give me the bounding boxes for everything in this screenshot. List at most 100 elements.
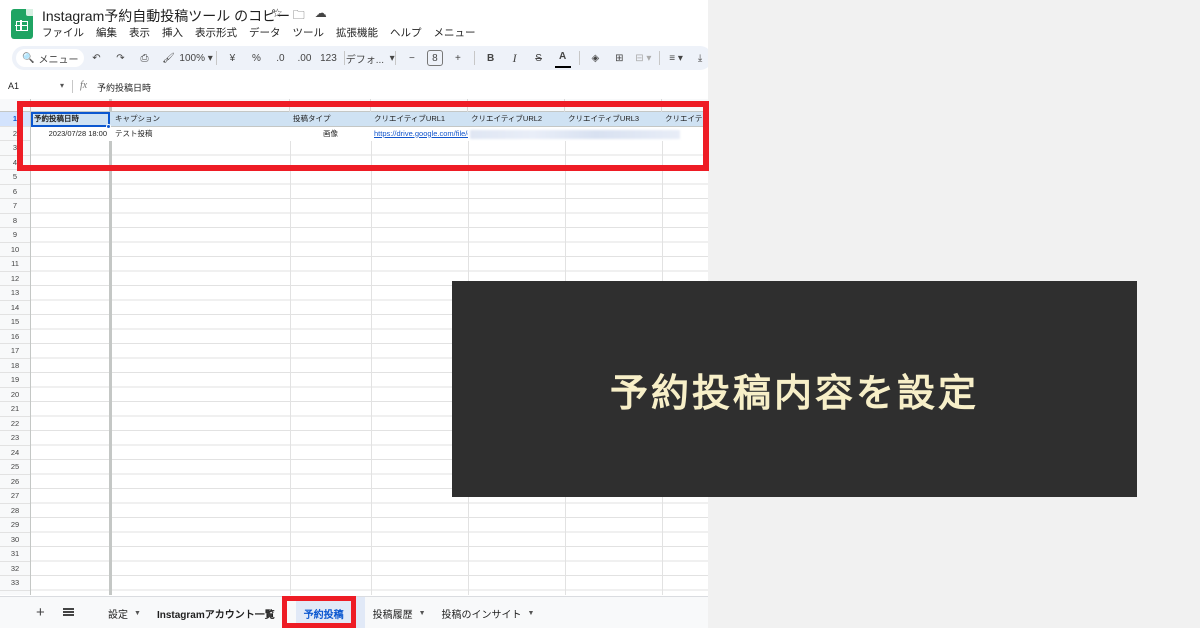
row-header[interactable]: 33 [0, 576, 30, 591]
cell-reference: A1 [8, 81, 20, 91]
all-sheets-icon[interactable] [63, 611, 74, 613]
formula-divider [72, 80, 73, 93]
currency-button[interactable]: ¥ [224, 48, 240, 68]
row-header[interactable]: 25 [0, 460, 30, 475]
font-size-input[interactable]: 8 [426, 50, 443, 66]
text-color-button[interactable]: A [554, 48, 571, 68]
toolbar-divider [215, 51, 217, 65]
row-header[interactable]: 5 [0, 170, 30, 185]
name-box[interactable]: A1 ▾ [8, 81, 68, 91]
undo-icon[interactable]: ↶ [88, 48, 104, 68]
row-header[interactable]: 14 [0, 301, 30, 315]
vertical-align-icon[interactable]: ⤓ [692, 48, 708, 68]
chevron-down-icon: ▾ [60, 81, 65, 90]
row-header[interactable]: 29 [0, 518, 30, 533]
tab-instagram-accounts[interactable]: Instagramアカウント一覧 ▼ [149, 597, 296, 628]
toolbar-divider [578, 51, 580, 65]
font-size-increase-icon[interactable]: + [450, 48, 466, 68]
toolbar: 🔍 メニュー ↶ ↷ ⎙ 🖌 100% ▾ ¥ % .0 .00 123 デフォ… [12, 46, 708, 70]
font-select[interactable]: デフォ... ▾ [346, 48, 395, 68]
row-header[interactable]: 16 [0, 330, 30, 344]
menu-insert[interactable]: 挿入 [162, 25, 183, 40]
row-header[interactable]: 23 [0, 431, 30, 446]
menu-tools[interactable]: ツール [293, 25, 325, 40]
redo-icon[interactable]: ↷ [112, 48, 128, 68]
highlight-box-tab [282, 596, 356, 628]
menu-search[interactable]: 🔍 メニュー [16, 49, 85, 67]
menu-view[interactable]: 表示 [129, 25, 150, 40]
row-header[interactable]: 15 [0, 315, 30, 330]
row-header[interactable]: 20 [0, 388, 30, 402]
merge-cells-icon[interactable]: ⊟ ▾ [635, 48, 651, 68]
zoom-select[interactable]: 100% ▾ [179, 48, 212, 68]
toolbar-divider [659, 51, 661, 65]
search-icon: 🔍 [22, 52, 35, 64]
tab-post-insights[interactable]: 投稿のインサイト ▼ [434, 597, 543, 628]
menu-format[interactable]: 表示形式 [195, 25, 237, 40]
tab-label: 設定 [108, 609, 128, 621]
row-header[interactable]: 9 [0, 228, 30, 243]
row-header[interactable]: 32 [0, 562, 30, 576]
strikethrough-button[interactable]: S [531, 48, 547, 68]
row-header[interactable]: 30 [0, 533, 30, 547]
chevron-down-icon: ▼ [418, 609, 426, 617]
row-header[interactable]: 27 [0, 489, 30, 504]
banner-text: 予約投稿内容を設定 [609, 370, 979, 415]
frozen-column-divider[interactable] [109, 99, 112, 595]
menu-extensions[interactable]: 拡張機能 [336, 25, 378, 40]
row-header[interactable]: 13 [0, 286, 30, 301]
print-icon[interactable]: ⎙ [136, 48, 152, 68]
fill-color-icon[interactable]: ◈ [587, 48, 603, 68]
caption-banner: 予約投稿内容を設定 [452, 281, 1137, 497]
cloud-status-icon[interactable]: ☁ [315, 6, 327, 27]
formula-bar: A1 ▾ fx 予約投稿日時 [0, 78, 708, 96]
row-header[interactable]: 31 [0, 547, 30, 562]
percent-button[interactable]: % [248, 48, 264, 68]
grid-line [290, 112, 291, 595]
menu-file[interactable]: ファイル [42, 25, 84, 40]
star-icon[interactable]: ☆ [272, 6, 283, 27]
tab-settings[interactable]: 設定 ▼ [100, 597, 149, 628]
row-header[interactable]: 28 [0, 504, 30, 518]
menu-search-label: メニュー [38, 54, 79, 66]
sheets-logo-icon[interactable] [11, 9, 33, 39]
move-folder-icon[interactable]: 🗀 [293, 6, 305, 27]
row-header[interactable]: 21 [0, 402, 30, 417]
paint-format-icon[interactable]: 🖌 [160, 48, 176, 68]
menu-edit[interactable]: 編集 [96, 25, 117, 40]
fx-icon: fx [80, 80, 88, 91]
bold-button[interactable]: B [483, 48, 499, 68]
increase-decimal-button[interactable]: .00 [296, 48, 312, 68]
row-header[interactable]: 6 [0, 185, 30, 199]
menu-help[interactable]: ヘルプ [390, 25, 422, 40]
row-header[interactable]: 24 [0, 446, 30, 460]
row-header[interactable]: 26 [0, 475, 30, 489]
number-format-button[interactable]: 123 [320, 48, 337, 68]
document-title[interactable]: Instagram予約自動投稿ツール のコピー [42, 6, 290, 26]
row-header[interactable]: 12 [0, 272, 30, 286]
row-header[interactable]: 17 [0, 344, 30, 359]
menu-data[interactable]: データ [249, 25, 281, 40]
row-header[interactable]: 22 [0, 417, 30, 431]
row-header[interactable]: 8 [0, 214, 30, 228]
chevron-down-icon: ▾ [207, 52, 213, 64]
italic-button[interactable]: I [507, 48, 523, 68]
decrease-decimal-button[interactable]: .0 [272, 48, 288, 68]
menu-custom[interactable]: メニュー [434, 25, 476, 40]
row-header[interactable]: 11 [0, 257, 30, 272]
row-header[interactable]: 7 [0, 199, 30, 214]
font-size-decrease-icon[interactable]: − [404, 48, 420, 68]
row-header[interactable]: 19 [0, 373, 30, 388]
menu-bar: ファイル 編集 表示 挿入 表示形式 データ ツール 拡張機能 ヘルプ メニュー [42, 25, 476, 40]
horizontal-align-icon[interactable]: ≡ ▾ [668, 48, 684, 68]
row-headers: 1 2 3 4 5 6 7 8 9 10 11 12 13 14 15 16 17 18 19 20 21 22 23 24 2… [0, 112, 31, 595]
add-sheet-icon[interactable]: + [36, 604, 45, 621]
zoom-value: 100% [179, 52, 205, 64]
tab-post-history[interactable]: 投稿履歴 ▼ [365, 597, 434, 628]
chevron-down-icon: ▼ [527, 609, 535, 617]
row-header[interactable]: 18 [0, 359, 30, 373]
font-value: デフォ... [345, 54, 385, 66]
row-header[interactable]: 10 [0, 243, 30, 257]
borders-icon[interactable]: ⊞ [611, 48, 627, 68]
formula-input[interactable]: 予約投稿日時 [97, 81, 151, 94]
